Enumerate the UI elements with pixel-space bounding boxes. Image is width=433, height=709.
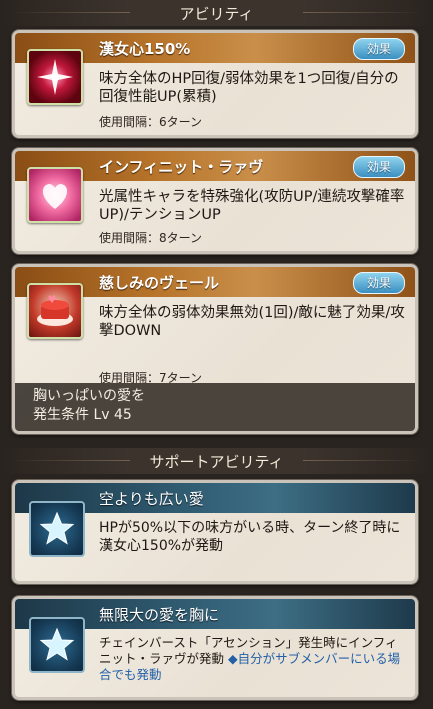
ability-name: 漢女心150% [99, 40, 191, 58]
support-description: HPが50%以下の味方がいる時、ターン終了時に漢女心150%が発動 [99, 520, 401, 554]
ability-name: インフィニット・ラァヴ [99, 158, 264, 176]
blue-star-icon [29, 501, 85, 557]
abilities-section-title: アビリティ [179, 4, 254, 23]
effect-button[interactable]: 効果 [353, 272, 405, 294]
ability-card-1[interactable]: 漢女心150% 効果 味方全体のHP回復/弱体効果を1つ回復/自分の回復性能UP… [12, 30, 418, 138]
unlock-name: 胸いっぱいの愛を [33, 388, 145, 404]
unlock-condition: 発生条件 Lv 45 [33, 407, 132, 423]
ability-description: 味方全体のHP回復/弱体効果を1つ回復/自分の回復性能UP(累積) [99, 71, 399, 105]
support-card-2[interactable]: 無限大の愛を胸に チェインバースト「アセンション」発生時にインフィニット・ラァヴ… [12, 596, 418, 700]
ability-card-3[interactable]: 慈しみのヴェール 効果 味方全体の弱体効果無効(1回)/敵に魅了効果/攻撃DOW… [12, 264, 418, 434]
sparkle-star-icon [27, 49, 83, 105]
cake-icon [27, 283, 83, 339]
blue-star-icon [29, 617, 85, 673]
ability-cooldown: 使用間隔：6ターン [99, 115, 203, 129]
heart-icon [27, 167, 83, 223]
abilities-section-header: アビリティ [0, 0, 433, 26]
ability-name: 慈しみのヴェール [99, 274, 220, 292]
ability-description: 味方全体の弱体効果無効(1回)/敵に魅了効果/攻撃DOWN [99, 305, 405, 339]
unlock-info: 胸いっぱいの愛を 発生条件 Lv 45 [15, 383, 415, 431]
support-section-header: サポートアビリティ [0, 448, 433, 474]
effect-button[interactable]: 効果 [353, 38, 405, 60]
support-name: 無限大の愛を胸に [99, 606, 220, 624]
ability-card-2[interactable]: インフィニット・ラァヴ 効果 光属性キャラを特殊強化(攻防UP/連続攻撃確率UP… [12, 148, 418, 254]
ability-cooldown: 使用間隔：8ターン [99, 231, 203, 245]
support-section-title: サポートアビリティ [149, 452, 284, 471]
support-description: チェインバースト「アセンション」発生時にインフィニット・ラァヴが発動 ◆自分がサ… [99, 635, 405, 683]
ability-description: 光属性キャラを特殊強化(攻防UP/連続攻撃確率UP)/テンションUP [99, 189, 405, 223]
support-card-1[interactable]: 空よりも広い愛 HPが50%以下の味方がいる時、ターン終了時に漢女心150%が発… [12, 480, 418, 584]
effect-button[interactable]: 効果 [353, 156, 405, 178]
support-name: 空よりも広い愛 [99, 490, 204, 508]
